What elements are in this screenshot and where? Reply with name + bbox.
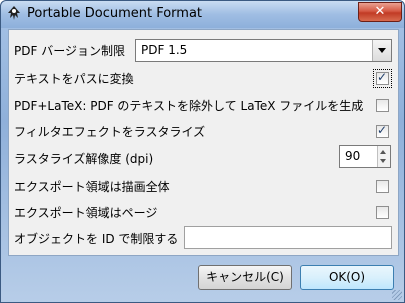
text-to-path-checkbox[interactable] bbox=[373, 69, 392, 88]
options-panel: PDF バージョン制限 PDF 1.5 テキストをパスに変換 PDF+LaTeX… bbox=[8, 29, 399, 256]
ok-button[interactable]: OK(O) bbox=[300, 265, 394, 290]
resize-grip-icon[interactable] bbox=[392, 290, 402, 300]
dpi-value: 90 bbox=[345, 149, 361, 163]
dpi-spinbox[interactable]: 90 bbox=[339, 145, 391, 168]
dpi-label: ラスタライズ解像度 (dpi) bbox=[14, 152, 154, 166]
close-icon: ✕ bbox=[374, 4, 386, 19]
rasterize-filters-checkbox[interactable] bbox=[376, 123, 389, 138]
export-page-label: エクスポート領域はページ bbox=[14, 206, 158, 220]
limit-id-label: オブジェクトを ID で制限する bbox=[14, 232, 179, 246]
title-bar[interactable]: Portable Document Format ✕ bbox=[1, 1, 404, 28]
export-drawing-checkbox[interactable] bbox=[376, 180, 389, 193]
limit-id-input[interactable] bbox=[184, 226, 392, 249]
pdf-latex-label: PDF+LaTeX: PDF のテキストを除外して LaTeX ファイルを生成 bbox=[14, 99, 364, 113]
cancel-button[interactable]: キャンセル(C) bbox=[198, 265, 292, 290]
rasterize-filters-label: フィルタエフェクトをラスタライズ bbox=[14, 125, 206, 139]
spin-up-icon[interactable] bbox=[380, 150, 386, 154]
chevron-down-icon[interactable] bbox=[372, 40, 391, 61]
spin-buttons[interactable] bbox=[377, 146, 390, 167]
export-drawing-label: エクスポート領域は描画全体 bbox=[14, 180, 170, 194]
text-to-path-label: テキストをパスに変換 bbox=[14, 72, 134, 86]
export-page-checkbox[interactable] bbox=[376, 206, 389, 219]
dialog-window: Portable Document Format ✕ PDF バージョン制限 P… bbox=[0, 0, 405, 303]
pdf-version-value: PDF 1.5 bbox=[141, 43, 188, 57]
pdf-version-select[interactable]: PDF 1.5 bbox=[135, 39, 392, 62]
spin-down-icon[interactable] bbox=[380, 159, 386, 163]
pdf-latex-checkbox[interactable] bbox=[376, 99, 389, 112]
pdf-version-label: PDF バージョン制限 bbox=[14, 44, 125, 58]
close-button[interactable]: ✕ bbox=[358, 2, 402, 22]
window-title: Portable Document Format bbox=[27, 6, 203, 21]
inkscape-icon bbox=[8, 6, 20, 20]
